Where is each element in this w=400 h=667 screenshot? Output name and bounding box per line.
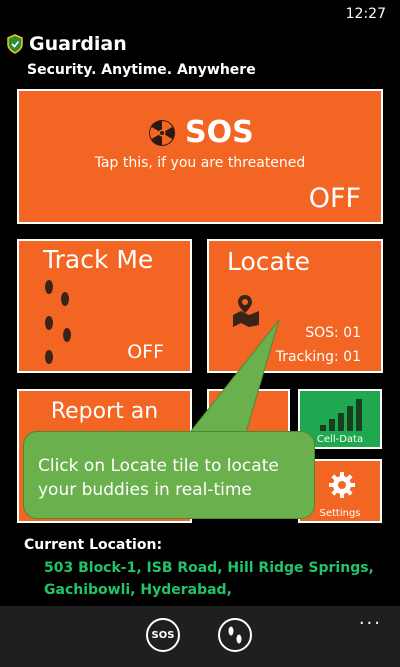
tooltip-callout: Click on Locate tile to locate your budd… <box>23 431 315 519</box>
track-me-tile[interactable]: Track Me OFF <box>17 239 192 373</box>
status-time: 12:27 <box>345 6 386 22</box>
locate-sos-count: SOS: 01 <box>305 325 361 341</box>
appbar-sos-button[interactable]: SOS <box>146 618 180 652</box>
appbar-sos-label: SOS <box>151 629 175 641</box>
track-me-title: Track Me <box>43 245 154 274</box>
current-location-address: 503 Block-1, ISB Road, Hill Ridge Spring… <box>44 560 374 598</box>
callout-pointer <box>185 319 280 437</box>
sos-state: OFF <box>308 183 361 214</box>
app-bar: SOS ... <box>0 606 400 667</box>
footprints-icon <box>45 280 71 364</box>
footprints-icon <box>228 626 242 644</box>
radiation-icon <box>149 119 175 146</box>
track-me-state: OFF <box>127 341 164 363</box>
appbar-track-button[interactable] <box>218 618 252 652</box>
more-options-button[interactable]: ... <box>359 608 382 629</box>
gear-icon <box>329 472 355 498</box>
signal-bars-icon <box>320 399 362 431</box>
shield-logo-icon <box>7 34 23 54</box>
report-title: Report an <box>50 399 159 424</box>
app-tagline: Security. Anytime. Anywhere <box>27 62 256 78</box>
sos-title: SOS <box>147 115 254 150</box>
app-title: Guardian <box>29 33 127 55</box>
app-header: Guardian <box>6 33 127 55</box>
callout-text: Click on Locate tile to locate your budd… <box>38 456 279 500</box>
sos-subtitle: Tap this, if you are threatened <box>94 155 306 171</box>
current-location-label: Current Location: <box>24 537 163 553</box>
locate-title: Locate <box>227 247 311 276</box>
sos-tile[interactable]: SOS Tap this, if you are threatened OFF <box>17 89 383 224</box>
sos-title-text: SOS <box>185 115 254 150</box>
